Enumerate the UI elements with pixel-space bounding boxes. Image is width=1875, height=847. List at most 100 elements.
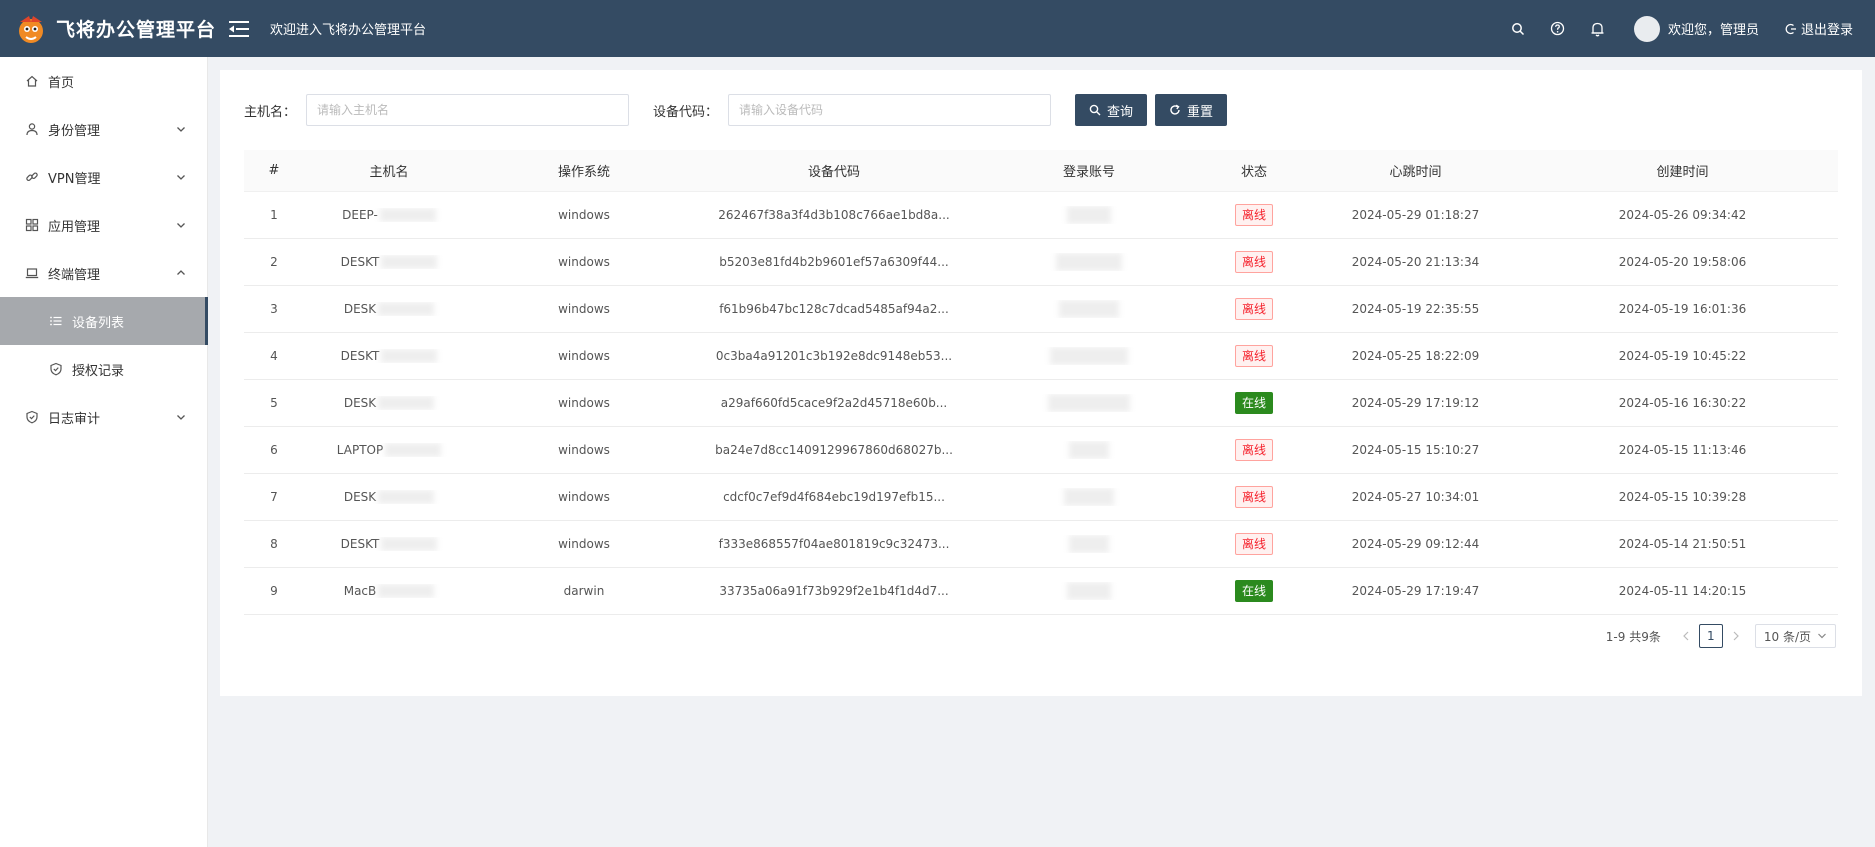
cell-heartbeat: 2024-05-29 17:19:47 — [1351, 584, 1480, 598]
cell-os: windows — [558, 349, 610, 363]
refresh-icon — [1170, 104, 1180, 115]
help-icon[interactable] — [1538, 0, 1578, 57]
hostname-text: DESK — [343, 395, 377, 410]
sidebar-item-label: VPN管理 — [48, 171, 101, 187]
prev-page-button[interactable] — [1675, 624, 1697, 648]
cell-index: 2 — [270, 255, 278, 269]
col-index: # — [268, 163, 280, 178]
sidebar-item-label: 设备列表 — [72, 315, 125, 331]
query-button[interactable]: 查询 — [1075, 94, 1148, 126]
cell-device-code: 262467f38a3f4d3b108c766ae1bd8a... — [718, 208, 950, 222]
hostname-text: DESKT — [340, 536, 380, 551]
sidebar-item-terminal[interactable]: 终端管理 — [0, 249, 207, 297]
next-page-button[interactable] — [1725, 624, 1747, 648]
brand[interactable]: 飞将办公管理平台 — [0, 12, 222, 46]
page-number-button[interactable]: 1 — [1698, 624, 1723, 648]
table-row[interactable]: 3 DESK windows f61b96b47bc128c7dcad5485af94… — [244, 286, 1838, 333]
col-login-account: 登录账号 — [1062, 165, 1115, 180]
table-row[interactable]: 8 DESKT windows f333e868557f04ae801819c9c32… — [244, 521, 1838, 568]
cell-hostname: DESKT — [304, 349, 474, 364]
sidebar-item-identity[interactable]: 身份管理 — [0, 105, 207, 153]
cell-login-account — [974, 253, 1204, 271]
sidebar-item-audit-log[interactable]: 日志审计 — [0, 393, 207, 441]
cell-created: 2024-05-16 16:30:22 — [1618, 396, 1747, 410]
bell-icon[interactable] — [1578, 0, 1618, 57]
cell-index: 1 — [270, 208, 278, 222]
sidebar-item-vpn[interactable]: VPN管理 — [0, 153, 207, 201]
hostname-text: MacB — [343, 583, 377, 598]
cell-heartbeat: 2024-05-25 18:22:09 — [1351, 349, 1480, 363]
list-icon — [48, 313, 64, 329]
device-table: # 主机名 操作系统 设备代码 登录账号 状态 心跳时间 创建时间 1 DEEP-… — [244, 150, 1838, 615]
cell-created: 2024-05-26 09:34:42 — [1618, 208, 1747, 222]
redacted-mark — [378, 302, 435, 317]
sidebar-item-auth-records[interactable]: 授权记录 — [0, 345, 207, 393]
cell-hostname: MacB — [304, 584, 474, 599]
welcome-text: 欢迎进入飞将办公管理平台 — [270, 23, 427, 38]
shield-icon — [48, 361, 64, 377]
status-badge: 离线 — [1234, 251, 1273, 273]
table-row[interactable]: 2 DESKT windows b5203e81fd4b2b9601ef57a6309… — [244, 239, 1838, 286]
device-code-label: 设备代码： — [653, 104, 719, 120]
query-label: 查询 — [1107, 104, 1134, 120]
page-size-select[interactable]: 10 条/页 — [1754, 624, 1836, 648]
hostname-text: DESK — [343, 301, 377, 316]
hostname-label: 主机名： — [244, 104, 297, 120]
device-code-input[interactable] — [728, 94, 1052, 126]
menu-toggle-icon[interactable] — [226, 18, 252, 40]
redacted-mark — [381, 349, 438, 364]
table-row[interactable]: 7 DESK windows cdcf0c7ef9d4f684ebc19d197efb… — [244, 474, 1838, 521]
table-row[interactable]: 5 DESK windows a29af660fd5cace9f2a2d45718e6… — [244, 380, 1838, 427]
cell-os: windows — [558, 490, 610, 504]
sidebar-item-home[interactable]: 首页 — [0, 57, 207, 105]
cell-device-code: b5203e81fd4b2b9601ef57a6309f44... — [719, 255, 949, 269]
chevron-down-icon — [177, 415, 185, 420]
logout-label: 退出登录 — [1800, 23, 1853, 38]
col-device-code: 设备代码 — [807, 165, 860, 180]
brand-title: 飞将办公管理平台 — [56, 19, 217, 41]
cell-hostname: DESKT — [304, 537, 474, 552]
cell-login-account — [974, 441, 1204, 459]
hostname-input[interactable] — [306, 94, 630, 126]
user-menu[interactable]: 欢迎您，管理员 — [1633, 15, 1759, 42]
hostname-text: DESK — [343, 489, 377, 504]
redacted-mark — [1064, 488, 1114, 506]
redacted-mark — [381, 255, 438, 270]
hostname-text: DEEP- — [342, 207, 378, 222]
table-row[interactable]: 9 MacB darwin 33735a06a91f73b929f2e1b4f1d4d… — [244, 568, 1838, 615]
sidebar-item-apps[interactable]: 应用管理 — [0, 201, 207, 249]
cell-created: 2024-05-15 11:13:46 — [1618, 443, 1747, 457]
search-icon[interactable] — [1498, 0, 1538, 57]
sidebar-item-label: 终端管理 — [48, 267, 101, 283]
cell-index: 9 — [270, 584, 278, 598]
table-row[interactable]: 6 LAPTOP windows ba24e7d8cc1409129967860d68… — [244, 427, 1838, 474]
redacted-mark — [378, 396, 435, 411]
cell-login-account — [974, 488, 1204, 506]
cell-created: 2024-05-19 16:01:36 — [1618, 302, 1747, 316]
logout-button[interactable]: 退出登录 — [1785, 19, 1853, 38]
chevron-down-icon — [177, 223, 185, 228]
brand-logo-icon — [16, 12, 50, 46]
cell-status: 离线 — [1204, 486, 1304, 508]
search-icon — [1089, 104, 1101, 116]
cell-hostname: DESK — [304, 396, 474, 411]
cell-status: 在线 — [1204, 580, 1304, 602]
cell-status: 离线 — [1204, 251, 1304, 273]
redacted-mark — [1067, 582, 1111, 600]
status-badge: 离线 — [1234, 533, 1273, 555]
cell-index: 6 — [270, 443, 278, 457]
cell-os: darwin — [563, 584, 605, 598]
hostname-text: LAPTOP — [336, 442, 384, 457]
cell-os: windows — [558, 255, 610, 269]
chevron-left-icon — [1683, 631, 1689, 641]
cell-device-code: cdcf0c7ef9d4f684ebc19d197efb15... — [723, 490, 945, 504]
table-row[interactable]: 1 DEEP-windows 262467f38a3f4d3b108c766ae1b… — [244, 192, 1838, 239]
sidebar-item-device-list[interactable]: 设备列表 — [0, 297, 208, 345]
reset-button[interactable]: 重置 — [1155, 94, 1228, 126]
redacted-mark — [378, 490, 435, 505]
cell-heartbeat: 2024-05-20 21:13:34 — [1351, 255, 1480, 269]
cell-index: 5 — [270, 396, 278, 410]
user-icon — [24, 121, 40, 137]
chevron-right-icon — [1733, 631, 1739, 641]
table-row[interactable]: 4 DESKT windows 0c3ba4a91201c3b192e8dc9148e… — [244, 333, 1838, 380]
